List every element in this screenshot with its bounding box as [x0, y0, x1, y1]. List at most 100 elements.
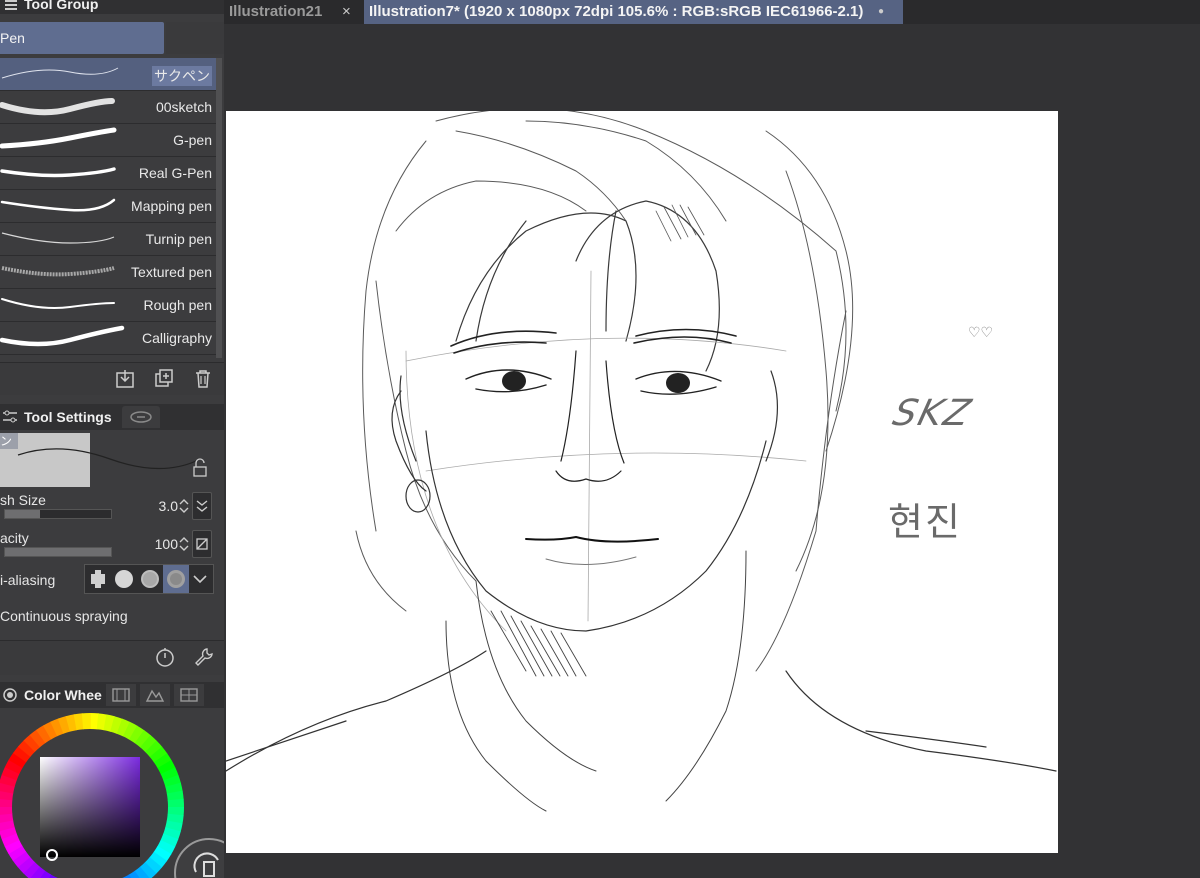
sliders-icon [3, 410, 17, 423]
color-wheel-header: Color Whee [0, 682, 224, 708]
modified-dot-icon[interactable]: ● [878, 0, 884, 24]
link-icon [129, 411, 152, 423]
color-wheel-title: Color Whee [24, 687, 102, 703]
brush-item-real-g-pen[interactable]: Real G-Pen [0, 157, 216, 190]
brush-item-00sketch[interactable]: 00sketch [0, 91, 216, 124]
rotate-icon [193, 852, 219, 877]
opacity-slider-fill [5, 548, 111, 556]
brush-size-value[interactable]: 3.0 [159, 498, 178, 514]
anti-aliasing-label: i-aliasing [0, 572, 56, 588]
mountain-icon [145, 689, 164, 702]
tab-illustration21[interactable]: Illustration21 [224, 0, 341, 24]
opacity-label: acity [0, 530, 29, 546]
chevron-down-icon[interactable] [189, 565, 211, 593]
left-panel: Tool Group Pen サクペン 00sketch G-pen Real … [0, 0, 224, 878]
brush-stroke-icon [0, 127, 117, 149]
wrench-icon[interactable] [193, 646, 215, 668]
tool-group-icon [5, 0, 17, 10]
brush-size-slider-fill [5, 510, 40, 518]
brush-item-mapping-pen[interactable]: Mapping pen [0, 190, 216, 223]
brush-item-rough-pen[interactable]: Rough pen [0, 289, 216, 322]
brush-stroke-icon [1, 266, 115, 277]
tab-illustration7[interactable]: Illustration7* (1920 x 1080px 72dpi 105.… [364, 0, 903, 24]
drawing-canvas[interactable]: ♡♡ SKZ 현진 [226, 111, 1058, 853]
brush-stroke-icon [0, 198, 116, 212]
brush-item-label: G-pen [173, 132, 212, 148]
tool-settings-toolbar [0, 640, 224, 675]
brush-item-label: Calligraphy [141, 330, 212, 346]
aa-weak-icon[interactable] [111, 565, 137, 593]
sub-tool-pen-tab[interactable]: Pen [0, 22, 164, 54]
brush-item-textured-pen[interactable]: Textured pen [0, 256, 216, 289]
sketch-drawing [226, 111, 1057, 812]
checkmark-icon [196, 500, 208, 512]
brush-item-turnip-pen[interactable]: Turnip pen [0, 223, 216, 256]
brush-item-sakupen[interactable]: サクペン [0, 58, 216, 91]
color-circle-icon [3, 688, 17, 702]
duplicate-sub-tool-icon[interactable] [153, 368, 175, 390]
canvas-area[interactable]: ♡♡ SKZ 현진 [224, 24, 1200, 878]
brush-item-calligraphy[interactable]: Calligraphy [0, 322, 216, 355]
close-icon[interactable]: × [342, 0, 351, 24]
brush-size-row: sh Size 3.0 [0, 488, 214, 524]
film-icon [112, 688, 130, 702]
opacity-row: acity 100 [0, 526, 214, 562]
opacity-spinner-icon[interactable] [178, 534, 190, 554]
aa-medium-icon[interactable] [137, 565, 163, 593]
aa-none-icon[interactable] [85, 565, 111, 593]
document-tab-bar: Illustration21 × Illustration7* (1920 x … [224, 0, 1200, 24]
brush-stroke-icon [1, 67, 119, 79]
continuous-spraying-label: Continuous spraying [0, 608, 128, 624]
continuous-spraying-row[interactable]: Continuous spraying [0, 600, 214, 636]
tab-color-set[interactable] [105, 684, 136, 706]
brush-stroke-icon [1, 298, 115, 309]
opacity-value[interactable]: 100 [155, 536, 178, 552]
lock-icon[interactable] [193, 458, 207, 477]
brush-item-label: Real G-Pen [138, 165, 212, 181]
skz-signature: SKZ [888, 393, 977, 434]
download-sub-tool-icon[interactable] [114, 368, 136, 390]
sv-black-overlay [40, 757, 140, 857]
opacity-slider[interactable] [4, 547, 112, 557]
brush-size-slider[interactable] [4, 509, 112, 519]
hue-segment[interactable] [167, 798, 184, 808]
tab-intermediate-color[interactable] [139, 684, 170, 706]
anti-aliasing-row: i-aliasing [0, 562, 214, 598]
tool-group-header: Tool Group [0, 0, 224, 14]
anti-aliasing-options [84, 564, 214, 594]
hue-segment[interactable] [0, 806, 13, 815]
brush-item-label: Mapping pen [131, 198, 212, 214]
trash-icon[interactable] [192, 368, 214, 390]
grid-icon [180, 688, 198, 702]
tool-settings-title: Tool Settings [24, 409, 112, 425]
brush-size-label: sh Size [0, 492, 46, 508]
brush-item-label: 00sketch [155, 99, 212, 115]
brush-stroke-icon [0, 167, 116, 178]
tab-approximate-color[interactable] [173, 684, 204, 706]
brush-item-g-pen[interactable]: G-pen [0, 124, 216, 157]
opacity-dynamics-button[interactable] [192, 530, 212, 558]
sub-tool-empty-area [166, 22, 224, 54]
brush-size-spinner-icon[interactable] [178, 496, 190, 516]
brush-list-scrollbar[interactable] [216, 58, 222, 358]
brush-stroke-icon [1, 232, 115, 244]
brush-item-label: Turnip pen [145, 231, 212, 247]
brush-item-label: Textured pen [131, 264, 212, 280]
tool-group-title: Tool Group [24, 0, 99, 12]
stroke-preview-line [17, 448, 207, 477]
hearts-doodle: ♡♡ [968, 325, 994, 341]
hue-segment[interactable] [81, 713, 91, 730]
brush-stroke-icon [0, 98, 115, 116]
brush-list: サクペン 00sketch G-pen Real G-Pen Mapping p… [0, 58, 216, 358]
brush-list-toolbar [0, 362, 224, 395]
no-dynamics-icon [196, 538, 208, 550]
brush-item-label: サクペン [152, 66, 212, 86]
brush-stroke-icon [0, 325, 125, 347]
brush-size-dynamics-button[interactable] [192, 492, 212, 520]
brush-item-label: Rough pen [143, 297, 212, 313]
aa-strong-icon[interactable] [163, 565, 189, 593]
tool-settings-header: Tool Settings [0, 404, 224, 430]
tool-property-tab[interactable] [121, 406, 160, 428]
timer-icon[interactable] [154, 646, 176, 668]
korean-name-signature: 현진 [888, 500, 962, 544]
